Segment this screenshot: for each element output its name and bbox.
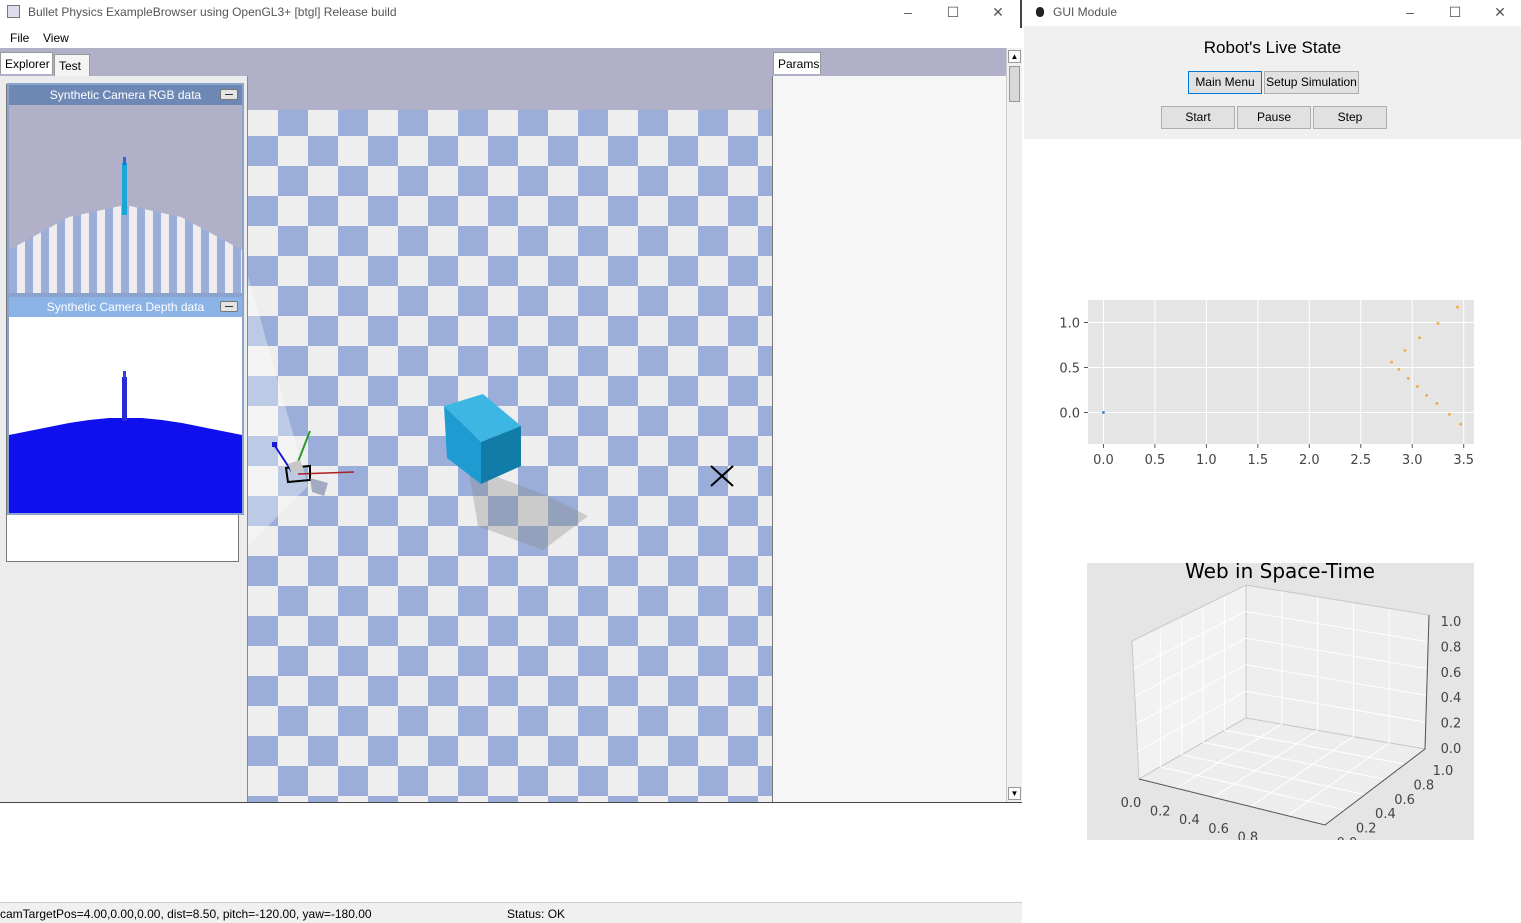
data-point: [1390, 360, 1394, 364]
y-tick-label: 0.2: [1356, 822, 1377, 837]
y-tick-label: 1.0: [1059, 317, 1080, 332]
gui-minimize-button[interactable]: –: [1388, 2, 1432, 22]
x-tick-label: 0.0: [1121, 796, 1142, 811]
y-tick-label: 0.5: [1059, 362, 1080, 377]
y-tick-label: 0.0: [1059, 407, 1080, 422]
z-tick-label: 0.0: [1441, 742, 1462, 757]
z-tick-label: 0.6: [1441, 666, 1462, 681]
setup-simulation-button[interactable]: Setup Simulation: [1264, 71, 1359, 94]
y-tick-labels: 0.0 0.5 1.0: [1059, 317, 1080, 422]
plot-background: [1088, 300, 1474, 444]
tab-explorer[interactable]: Explorer: [0, 52, 53, 74]
x-tick-label: 0.8: [1237, 830, 1258, 840]
gui-header: Robot's Live State Main Menu Setup Simul…: [1024, 26, 1521, 139]
depth-camera-title[interactable]: Synthetic Camera Depth data: [9, 297, 242, 317]
menu-file[interactable]: File: [10, 31, 29, 45]
x-tick-label: 0.4: [1179, 813, 1200, 828]
x-tick-label: 1.5: [1247, 453, 1268, 468]
pause-button[interactable]: Pause: [1237, 106, 1311, 129]
main-menu-button[interactable]: Main Menu: [1188, 71, 1262, 94]
scatter-plot: 0.0 0.5 1.0 1.5 2.0 2.5 3.0 3.5 0.0 0.5 1.0: [1059, 300, 1474, 468]
scene-render: [248, 110, 772, 802]
z-tick-label: 1.0: [1441, 615, 1462, 630]
rgb-camera-window[interactable]: Synthetic Camera RGB data: [7, 83, 244, 295]
3d-viewport[interactable]: [248, 76, 773, 802]
close-button[interactable]: ✕: [976, 2, 1020, 22]
scroll-thumb[interactable]: [1009, 66, 1020, 102]
menu-view[interactable]: View: [43, 31, 69, 45]
camera-status: camTargetPos=4.00,0.00,0.00, dist=8.50, …: [0, 907, 372, 921]
z-tick-label: 0.2: [1441, 717, 1462, 732]
bug-icon: [1036, 7, 1044, 17]
data-point: [1436, 322, 1440, 325]
console-panel: [0, 802, 1022, 902]
gui-maximize-button[interactable]: ☐: [1433, 2, 1477, 22]
x-tick-label: 3.0: [1402, 453, 1423, 468]
top-strip: [0, 48, 1006, 76]
data-point: [1456, 305, 1459, 309]
y-tick-label: 0.8: [1413, 778, 1434, 793]
x-tick-label: 2.5: [1350, 453, 1371, 468]
depth-camera-window[interactable]: Synthetic Camera Depth data: [7, 295, 244, 515]
y-tick-label: 0.0: [1337, 836, 1358, 840]
bullet-titlebar: Bullet Physics ExampleBrowser using Open…: [0, 0, 1020, 24]
data-point: [1459, 422, 1463, 426]
bullet-window: Bullet Physics ExampleBrowser using Open…: [0, 0, 1022, 923]
z-tick-label: 0.8: [1441, 640, 1462, 655]
scroll-down-icon[interactable]: ▼: [1008, 787, 1021, 800]
start-button[interactable]: Start: [1161, 106, 1235, 129]
rgb-camera-title[interactable]: Synthetic Camera RGB data: [9, 85, 242, 105]
data-point: [1447, 412, 1451, 416]
tab-test[interactable]: Test: [54, 54, 90, 76]
app-icon: [7, 5, 20, 18]
params-panel: [773, 76, 1006, 802]
rgb-minimize-button[interactable]: [220, 89, 238, 100]
data-point: [1415, 385, 1419, 388]
gui-window-title: GUI Module: [1053, 5, 1118, 19]
depth-camera-title-text: Synthetic Camera Depth data: [46, 300, 205, 314]
minimize-button[interactable]: –: [886, 2, 930, 22]
tab-params[interactable]: Params: [773, 52, 821, 74]
status-bar: camTargetPos=4.00,0.00,0.00, dist=8.50, …: [0, 902, 1022, 923]
data-point: [1425, 394, 1429, 397]
maximize-button[interactable]: ☐: [931, 2, 975, 22]
data-point: [1435, 402, 1439, 405]
3d-plot-title: Web in Space-Time: [1185, 563, 1375, 583]
y-tick-label: 0.6: [1394, 793, 1415, 808]
depth-camera-image: [9, 317, 242, 513]
z-tick-label: 0.4: [1441, 691, 1462, 706]
x-tick-label: 0.0: [1093, 453, 1114, 468]
gui-close-button[interactable]: ✕: [1478, 2, 1521, 22]
bullet-app-area: Explorer Test Params ▲ ▼ Synthetic Camer…: [0, 48, 1022, 802]
window-title: Bullet Physics ExampleBrowser using Open…: [28, 5, 397, 19]
status-text: Status: OK: [507, 907, 566, 921]
x-tick-label: 2.0: [1299, 453, 1320, 468]
scroll-up-icon[interactable]: ▲: [1008, 50, 1021, 63]
data-point: [1406, 376, 1410, 380]
gui-titlebar: GUI Module – ☐ ✕: [1024, 0, 1521, 24]
gui-heading: Robot's Live State: [1203, 38, 1342, 57]
rgb-camera-title-text: Synthetic Camera RGB data: [49, 88, 202, 102]
x-tick-label: 0.6: [1208, 822, 1229, 837]
data-point: [1102, 411, 1105, 414]
3d-plot: Web in Space-Time 0.00.20.40.60.81.00.00…: [1087, 563, 1474, 840]
data-point: [1418, 336, 1421, 340]
x-tick-label: 0.2: [1150, 805, 1171, 820]
depth-minimize-button[interactable]: [220, 301, 238, 312]
data-point: [1403, 349, 1407, 352]
y-tick-label: 0.4: [1375, 807, 1396, 822]
x-tick-label: 1.0: [1267, 839, 1288, 840]
y-tick-label: 1.0: [1433, 764, 1454, 779]
x-tick-label: 3.5: [1453, 453, 1474, 468]
step-button[interactable]: Step: [1313, 106, 1387, 129]
x-tick-labels: 0.0 0.5 1.0 1.5 2.0 2.5 3.0 3.5: [1093, 453, 1474, 468]
vertical-scrollbar[interactable]: ▲ ▼: [1006, 48, 1022, 802]
rgb-camera-image: [9, 105, 242, 293]
menu-bar: File View: [0, 28, 1022, 48]
data-point: [1397, 367, 1401, 371]
x-tick-label: 1.0: [1196, 453, 1217, 468]
x-tick-label: 0.5: [1145, 453, 1166, 468]
